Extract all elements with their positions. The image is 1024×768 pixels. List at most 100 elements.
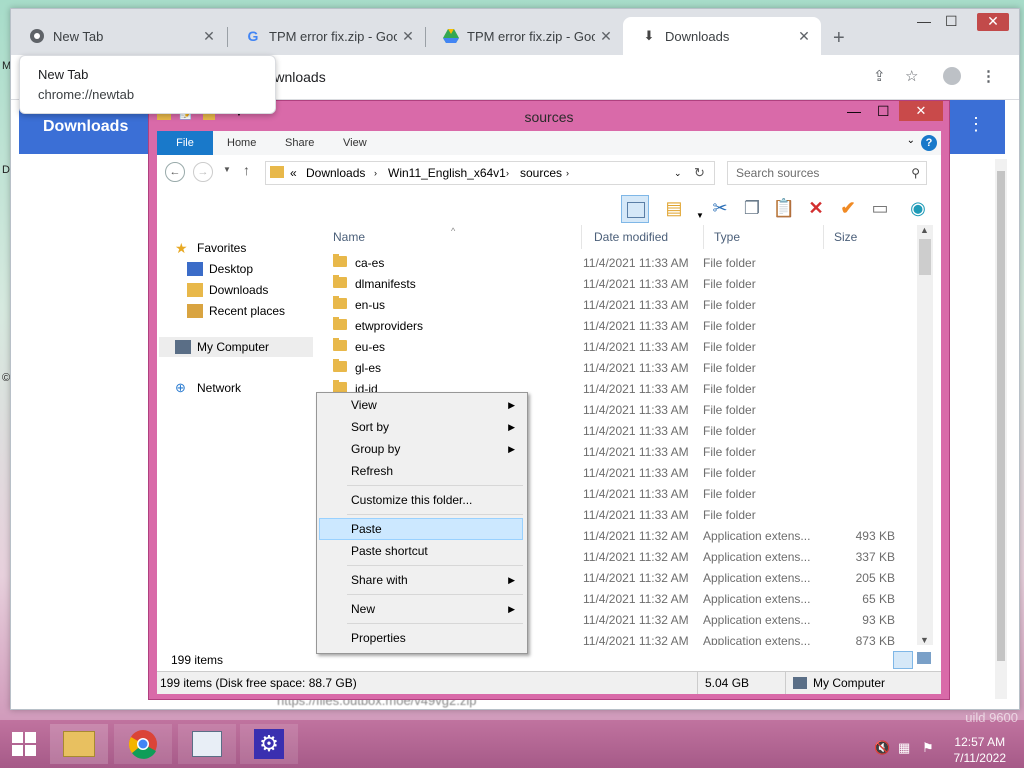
menu-icon[interactable]: ⋮: [981, 67, 996, 85]
chevron-down-icon[interactable]: ⌄: [674, 162, 682, 184]
start-button[interactable]: [0, 724, 48, 764]
column-header-size[interactable]: Size: [834, 225, 857, 249]
nav-downloads[interactable]: Downloads: [187, 283, 268, 297]
rename-icon[interactable]: ▭: [867, 195, 893, 221]
copy-icon[interactable]: ❐: [739, 195, 765, 221]
menu-item-share-with[interactable]: Share with ▶: [319, 569, 523, 591]
file-list-scrollbar[interactable]: ▲ ▼: [917, 225, 933, 645]
tab-downloads[interactable]: ⬇ Downloads ✕: [623, 17, 821, 55]
minimize-button[interactable]: —: [917, 13, 931, 29]
recent-locations-icon[interactable]: ▼: [223, 165, 231, 174]
share-icon[interactable]: ⇪: [873, 67, 886, 85]
maximize-button[interactable]: ☐: [877, 103, 890, 120]
help-icon[interactable]: ?: [921, 135, 937, 151]
column-header-date[interactable]: Date modified: [594, 225, 668, 249]
tab-home[interactable]: Home: [227, 131, 256, 155]
menu-item-group-by[interactable]: Group by ▶: [319, 438, 523, 460]
settings-taskbar-button[interactable]: ⚙: [240, 724, 298, 764]
tab-view[interactable]: View: [343, 131, 367, 155]
breadcrumb-sources[interactable]: sources: [520, 162, 562, 184]
nav-label: Network: [197, 381, 242, 395]
tab-new-tab[interactable]: New Tab ✕: [11, 17, 226, 55]
close-icon[interactable]: ✕: [397, 28, 419, 45]
file-type: File folder: [703, 382, 756, 396]
close-icon[interactable]: ✕: [595, 28, 617, 45]
file-date: 11/4/2021 11:32 AM: [583, 571, 689, 585]
menu-label: Paste: [351, 522, 382, 536]
nav-label: Favorites: [197, 241, 247, 255]
large-icons-view-icon[interactable]: [917, 652, 931, 664]
status-text: 199 items (Disk free space: 88.7 GB): [160, 676, 357, 690]
file-row[interactable]: dlmanifests 11/4/2021 11:33 AM File folder: [325, 274, 915, 295]
menu-item-sort-by[interactable]: Sort by ▶: [319, 416, 523, 438]
more-menu-icon[interactable]: ⋮: [967, 114, 985, 135]
menu-item-view[interactable]: View ▶: [319, 394, 523, 416]
menu-item-refresh[interactable]: Refresh: [319, 460, 523, 482]
minimize-button[interactable]: —: [847, 103, 861, 119]
refresh-icon[interactable]: ↻: [694, 162, 705, 184]
checkmark-icon[interactable]: ✔: [835, 195, 861, 221]
breadcrumb-downloads[interactable]: Downloads: [306, 162, 365, 184]
nav-recent[interactable]: Recent places: [187, 304, 285, 318]
nav-my-computer[interactable]: My Computer: [159, 337, 313, 357]
file-date: 11/4/2021 11:33 AM: [583, 424, 689, 438]
tab-file[interactable]: File: [157, 131, 213, 155]
file-size: 873 KB: [855, 634, 895, 645]
new-tab-button[interactable]: +: [833, 27, 845, 50]
desktop-build-text: uild 9600: [965, 710, 1018, 725]
file-row[interactable]: etwproviders 11/4/2021 11:33 AM File folde…: [325, 316, 915, 337]
delete-icon[interactable]: ✕: [803, 195, 829, 221]
maximize-button[interactable]: ☐: [945, 13, 958, 30]
file-row[interactable]: en-us 11/4/2021 11:33 AM File folder: [325, 295, 915, 316]
folder-icon: [333, 317, 347, 330]
menu-item-new[interactable]: New ▶: [319, 598, 523, 620]
system-clock[interactable]: 12:57 AM 7/11/2022: [954, 734, 1007, 766]
paste-icon[interactable]: 📋: [771, 195, 797, 221]
chrome-taskbar-button[interactable]: [114, 724, 172, 764]
preview-pane-icon[interactable]: [621, 195, 649, 223]
tab-tpm-error-1[interactable]: G TPM error fix.zip - Google ✕: [227, 17, 425, 55]
page-scrollbar[interactable]: [995, 159, 1007, 699]
file-row[interactable]: ca-es 11/4/2021 11:33 AM File folder: [325, 253, 915, 274]
properties-icon[interactable]: ▤: [661, 195, 687, 221]
column-header-name[interactable]: Name: [333, 225, 365, 249]
close-icon[interactable]: ✕: [793, 28, 815, 45]
file-row[interactable]: eu-es 11/4/2021 11:33 AM File folder: [325, 337, 915, 358]
action-center-icon[interactable]: ⚑: [922, 740, 934, 756]
details-view-icon[interactable]: [893, 651, 913, 669]
folder-icon: [333, 254, 347, 267]
volume-muted-icon[interactable]: 🔇: [874, 740, 890, 756]
control-panel-taskbar-button[interactable]: [178, 724, 236, 764]
file-row[interactable]: gl-es 11/4/2021 11:33 AM File folder: [325, 358, 915, 379]
menu-item-customize[interactable]: Customize this folder...: [319, 489, 523, 511]
tab-tpm-error-2[interactable]: TPM error fix.zip - Google ✕: [425, 17, 623, 55]
breadcrumb-win11[interactable]: Win11_English_x64v1: [388, 162, 506, 184]
cut-icon[interactable]: ✂: [707, 195, 733, 221]
menu-item-paste-shortcut[interactable]: Paste shortcut: [319, 540, 523, 562]
close-window-button[interactable]: ✕: [977, 13, 1009, 31]
back-button[interactable]: ←: [165, 162, 185, 182]
menu-item-properties[interactable]: Properties: [319, 627, 523, 649]
menu-item-paste[interactable]: Paste: [319, 518, 523, 540]
forward-button[interactable]: →: [193, 162, 213, 182]
avatar[interactable]: [943, 67, 961, 85]
search-input[interactable]: Search sources ⚲: [727, 161, 927, 185]
file-explorer-taskbar-button[interactable]: [50, 724, 108, 764]
chevron-down-icon[interactable]: ⌄: [907, 135, 915, 146]
breadcrumb-overflow[interactable]: «: [290, 162, 297, 184]
network-icon[interactable]: ▦: [898, 740, 910, 756]
up-button[interactable]: ↑: [243, 162, 250, 178]
close-icon[interactable]: ✕: [198, 28, 220, 45]
tab-title: Downloads: [665, 28, 730, 44]
file-date: 11/4/2021 11:33 AM: [583, 340, 689, 354]
column-header-type[interactable]: Type: [714, 225, 740, 249]
close-window-button[interactable]: ✕: [899, 101, 943, 121]
nav-network[interactable]: ⊕ Network: [175, 381, 242, 396]
address-bar[interactable]: « Downloads › Win11_English_x64v1 › sour…: [265, 161, 715, 185]
tab-share[interactable]: Share: [285, 131, 314, 155]
star-icon[interactable]: ☆: [905, 67, 918, 85]
nav-desktop[interactable]: Desktop: [187, 262, 253, 276]
nav-favorites[interactable]: ★ Favorites: [175, 241, 246, 255]
address-bar[interactable]: //downloads: [251, 63, 851, 91]
globe-icon[interactable]: ◉: [905, 195, 931, 221]
